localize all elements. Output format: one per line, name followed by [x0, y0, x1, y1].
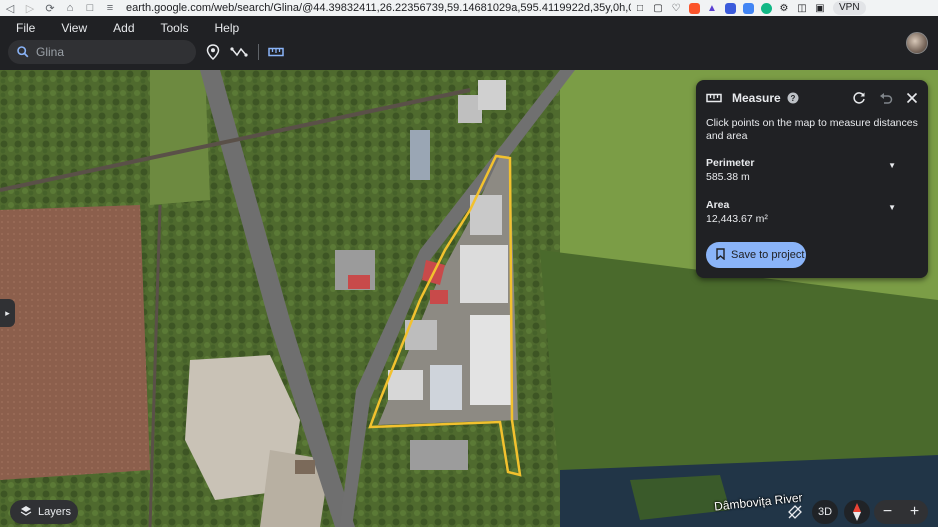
perimeter-value: 585.38 m: [706, 171, 750, 183]
address-bar[interactable]: earth.google.com/web/search/Glina/@44.39…: [126, 2, 631, 14]
forward-icon[interactable]: ▷: [20, 0, 40, 16]
bookmark-icon: [716, 247, 725, 263]
menu-tools[interactable]: Tools: [145, 21, 199, 35]
area-label: Area: [706, 199, 730, 211]
search-input[interactable]: [36, 45, 186, 59]
browser-toolbar: ◁ ▷ ⟳ ⌂ □ ≡ earth.google.com/web/search/…: [0, 0, 938, 16]
reader-icon[interactable]: ▢: [649, 0, 667, 16]
site-settings-icon[interactable]: ≡: [100, 0, 120, 16]
account-avatar[interactable]: [906, 32, 928, 54]
green-extension-icon[interactable]: [757, 0, 775, 16]
app-toolbar: [0, 32, 938, 70]
area-row[interactable]: Area 12,443.67 m² ▼: [706, 199, 918, 225]
ruler-icon[interactable]: [267, 43, 285, 61]
save-to-project-button[interactable]: Save to project: [706, 242, 806, 268]
path-icon[interactable]: [230, 43, 248, 61]
measure-panel-header: Measure ?: [696, 80, 928, 116]
zoom-out-button[interactable]: −: [883, 503, 892, 521]
perimeter-label: Perimeter: [706, 157, 755, 169]
perimeter-row[interactable]: Perimeter 585.38 m ▼: [706, 157, 918, 183]
undo-icon[interactable]: [878, 90, 894, 106]
vpn-button[interactable]: VPN: [833, 1, 866, 15]
layers-button[interactable]: Layers: [10, 500, 78, 524]
restart-icon[interactable]: [851, 90, 867, 106]
bookmark-icon[interactable]: □: [80, 0, 100, 16]
search-box[interactable]: [8, 40, 196, 64]
measure-instructions: Click points on the map to measure dista…: [706, 117, 918, 142]
compass-icon[interactable]: [844, 500, 870, 524]
help-icon[interactable]: ?: [785, 90, 801, 106]
tilt-icon[interactable]: [782, 500, 808, 524]
chevron-down-icon[interactable]: ▼: [888, 203, 896, 212]
toolbar-divider: [258, 44, 259, 60]
chevron-down-icon[interactable]: ▼: [888, 161, 896, 170]
layers-label: Layers: [38, 506, 72, 518]
home-icon[interactable]: ⌂: [60, 0, 80, 16]
back-icon[interactable]: ◁: [0, 0, 20, 16]
menu-file[interactable]: File: [0, 21, 45, 35]
save-to-project-label: Save to project: [731, 249, 805, 261]
ruler-icon: [706, 90, 722, 106]
share-icon[interactable]: □: [631, 0, 649, 16]
search-icon: [17, 46, 29, 58]
menu-add[interactable]: Add: [97, 21, 144, 35]
zoom-controls: − +: [874, 500, 928, 524]
bookmark-page-icon[interactable]: ♡: [667, 0, 685, 16]
area-value: 12,443.67 m²: [706, 213, 768, 225]
puzzle-extensions-icon[interactable]: ⚙: [775, 0, 793, 16]
toggle-3d-button[interactable]: 3D: [812, 500, 838, 524]
brave-shield-icon[interactable]: [685, 0, 703, 16]
z-extension-icon[interactable]: [721, 0, 739, 16]
measure-title: Measure: [732, 91, 781, 105]
layers-icon: [20, 505, 32, 520]
svg-text:?: ?: [791, 94, 796, 103]
close-icon[interactable]: [904, 90, 920, 106]
placemark-icon[interactable]: [204, 43, 222, 61]
translate-extension-icon[interactable]: [739, 0, 757, 16]
wallet-icon[interactable]: ▣: [811, 0, 829, 16]
menu-help[interactable]: Help: [199, 21, 250, 35]
menu-view[interactable]: View: [45, 21, 97, 35]
reload-icon[interactable]: ⟳: [40, 0, 60, 16]
measure-panel: Measure ? Click points on the map to mea…: [696, 80, 928, 278]
zoom-in-button[interactable]: +: [910, 503, 919, 521]
triangle-extension-icon[interactable]: ▲: [703, 0, 721, 16]
sidebar-icon[interactable]: ◫: [793, 0, 811, 16]
app-menubar: File View Add Tools Help: [0, 16, 938, 40]
expand-sidebar-button[interactable]: ▸: [0, 299, 15, 327]
